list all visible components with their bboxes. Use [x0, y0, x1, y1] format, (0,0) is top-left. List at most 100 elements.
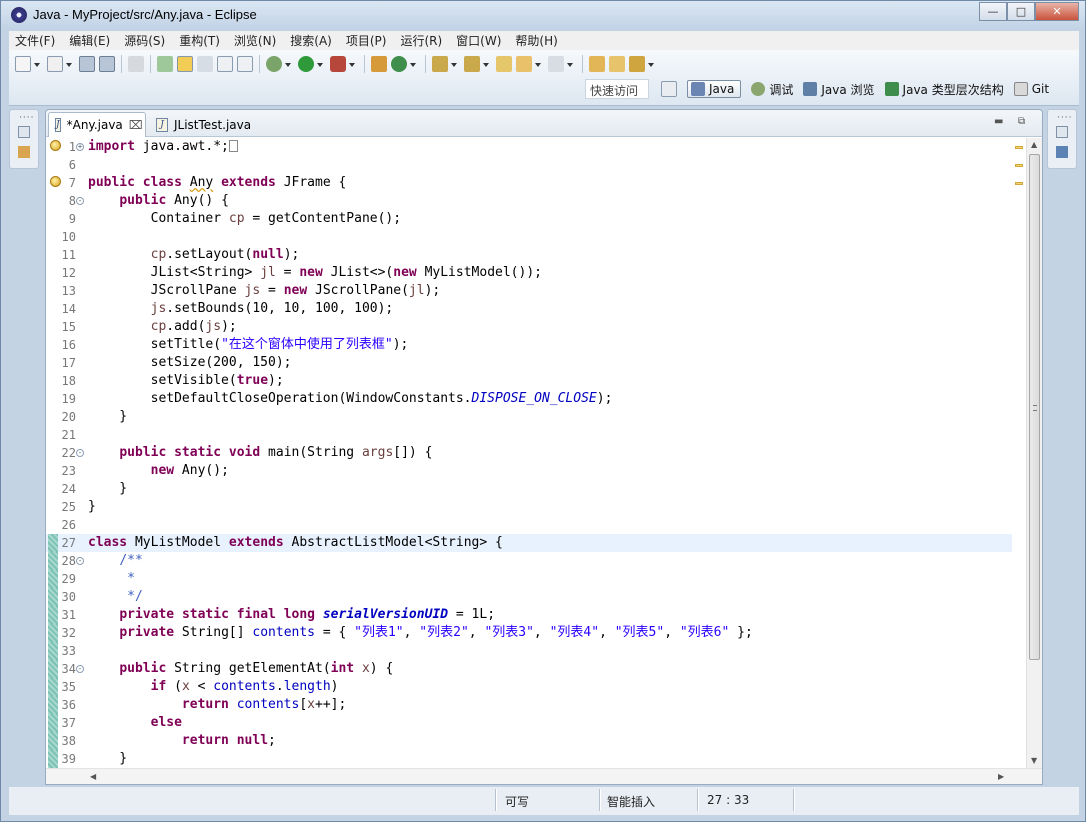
package-explorer-icon[interactable]	[18, 146, 30, 158]
code-line: 6	[68, 158, 76, 172]
vertical-scroll-thumb[interactable]	[1029, 154, 1040, 660]
toggle-block-selection-icon[interactable]	[197, 56, 213, 72]
open-project-icon[interactable]	[589, 56, 605, 72]
code-line: 36 return contents[x++];	[46, 696, 1012, 714]
collapse-fold-icon[interactable]: -	[76, 557, 84, 565]
eclipse-logo-icon	[11, 7, 27, 23]
forward-dropdown-icon[interactable]	[566, 56, 574, 72]
perspective-java[interactable]: Java	[687, 80, 742, 98]
menu-search[interactable]: 搜索(A)	[290, 32, 332, 49]
expand-fold-icon[interactable]: +	[76, 143, 84, 151]
new-class-icon[interactable]	[391, 56, 407, 72]
restore-icon[interactable]	[18, 126, 30, 138]
overview-ruler[interactable]	[1012, 138, 1026, 770]
forward-icon[interactable]	[548, 56, 564, 72]
debug-dropdown-icon[interactable]	[284, 56, 292, 72]
open-folder-icon[interactable]	[609, 56, 625, 72]
pilcrow-icon[interactable]	[237, 56, 253, 72]
perspective-debug[interactable]: 调试	[751, 81, 793, 98]
back-icon[interactable]	[516, 56, 532, 72]
vertical-scrollbar[interactable]: ▲ ▼	[1026, 138, 1042, 770]
next-annotation-dropdown-icon[interactable]	[450, 56, 458, 72]
type-hierarchy-icon	[884, 82, 899, 96]
quick-diff-marker	[48, 534, 58, 552]
warning-overview-mark[interactable]	[1015, 146, 1023, 149]
new-class-dropdown-icon[interactable]	[409, 56, 417, 72]
external-tools-icon[interactable]	[330, 56, 346, 72]
perspective-git-label: Git	[1031, 82, 1050, 96]
horizontal-scrollbar[interactable]: ◀ ▶	[46, 768, 1042, 784]
collapse-fold-icon[interactable]: -	[76, 197, 84, 205]
new-icon[interactable]	[15, 56, 31, 72]
quick-diff-marker	[48, 588, 58, 606]
quick-diff-marker	[48, 696, 58, 714]
collapse-fold-icon[interactable]: -	[76, 665, 84, 673]
menu-run[interactable]: 运行(R)	[400, 32, 442, 49]
last-edit-location-icon[interactable]	[496, 56, 512, 72]
new-file-dropdown-icon[interactable]	[65, 56, 73, 72]
code-line: 37 else	[46, 714, 1012, 732]
perspective-type-hierarchy[interactable]: Java 类型层次结构	[884, 81, 1004, 98]
collapse-fold-icon[interactable]: -	[76, 449, 84, 457]
restore-icon[interactable]	[1056, 126, 1068, 138]
new-package-icon[interactable]	[371, 56, 387, 72]
menu-refactor[interactable]: 重构(T)	[179, 32, 220, 49]
new-dropdown-icon[interactable]	[33, 56, 41, 72]
code-line: 11 cp.setLayout(null);	[61, 247, 300, 262]
code-line: 26	[61, 518, 76, 532]
scroll-down-icon[interactable]: ▼	[1031, 756, 1037, 765]
code-line: 7 public class Any extends JFrame {	[46, 174, 1012, 192]
maximize-button[interactable]: □	[1007, 2, 1035, 21]
show-whitespace-icon[interactable]	[217, 56, 233, 72]
save-all-icon[interactable]	[99, 56, 115, 72]
save-icon[interactable]	[79, 56, 95, 72]
perspective-java-browsing[interactable]: Java 浏览	[803, 81, 875, 98]
java-file-icon: J	[55, 118, 61, 132]
outline-icon[interactable]	[1056, 146, 1068, 158]
external-tools-dropdown-icon[interactable]	[348, 56, 356, 72]
skip-breakpoints-icon[interactable]	[128, 56, 144, 72]
back-dropdown-icon[interactable]	[534, 56, 542, 72]
warning-overview-mark[interactable]	[1015, 182, 1023, 185]
code-line: 17 setSize(200, 150);	[61, 355, 292, 370]
menu-source[interactable]: 源码(S)	[124, 32, 165, 49]
scroll-left-icon[interactable]: ◀	[90, 772, 96, 781]
close-button[interactable]: ✕	[1035, 2, 1079, 21]
menu-project[interactable]: 项目(P)	[346, 32, 387, 49]
previous-annotation-dropdown-icon[interactable]	[482, 56, 490, 72]
run-dropdown-icon[interactable]	[316, 56, 324, 72]
open-type-icon[interactable]	[157, 56, 173, 72]
open-perspective-icon[interactable]	[661, 81, 677, 97]
next-annotation-icon[interactable]	[432, 56, 448, 72]
code-line: 29 *	[46, 570, 1012, 588]
quick-access-field[interactable]: 快速访问	[585, 79, 649, 99]
new-file-icon[interactable]	[47, 56, 63, 72]
code-line: 25}	[61, 499, 96, 514]
status-insert-mode: 智能插入	[607, 795, 656, 809]
scroll-right-icon[interactable]: ▶	[998, 772, 1004, 781]
scroll-up-icon[interactable]: ▲	[1031, 140, 1037, 149]
menu-edit[interactable]: 编辑(E)	[69, 32, 110, 49]
warning-overview-mark[interactable]	[1015, 164, 1023, 167]
run-icon[interactable]	[298, 56, 314, 72]
minimize-button[interactable]: —	[979, 2, 1007, 21]
tasks-icon[interactable]	[629, 56, 645, 72]
maximize-editor-icon[interactable]: ⧉	[1018, 116, 1025, 127]
mark-occurrences-icon[interactable]	[177, 56, 193, 72]
debug-icon[interactable]	[266, 56, 282, 72]
menu-navigate[interactable]: 浏览(N)	[234, 32, 276, 49]
code-line: 12 JList<String> jl = new JList<>(new My…	[61, 265, 542, 280]
close-tab-icon[interactable]: ⌧	[129, 118, 143, 132]
menu-help[interactable]: 帮助(H)	[515, 32, 557, 49]
code-editor[interactable]: 1 + import java.awt.*; 6 7 public class Any…	[46, 138, 1042, 770]
menu-file[interactable]: 文件(F)	[15, 32, 55, 49]
minimize-editor-icon[interactable]: ▬	[994, 116, 1003, 127]
previous-annotation-icon[interactable]	[464, 56, 480, 72]
perspective-debug-label: 调试	[769, 82, 794, 97]
menu-window[interactable]: 窗口(W)	[456, 32, 501, 49]
quick-diff-marker	[48, 678, 58, 696]
tab-jlisttest-java[interactable]: J JListTest.java	[150, 112, 260, 137]
tasks-dropdown-icon[interactable]	[647, 56, 655, 72]
perspective-git[interactable]: Git	[1013, 82, 1050, 96]
tab-any-java[interactable]: J *Any.java ⌧	[48, 112, 146, 137]
